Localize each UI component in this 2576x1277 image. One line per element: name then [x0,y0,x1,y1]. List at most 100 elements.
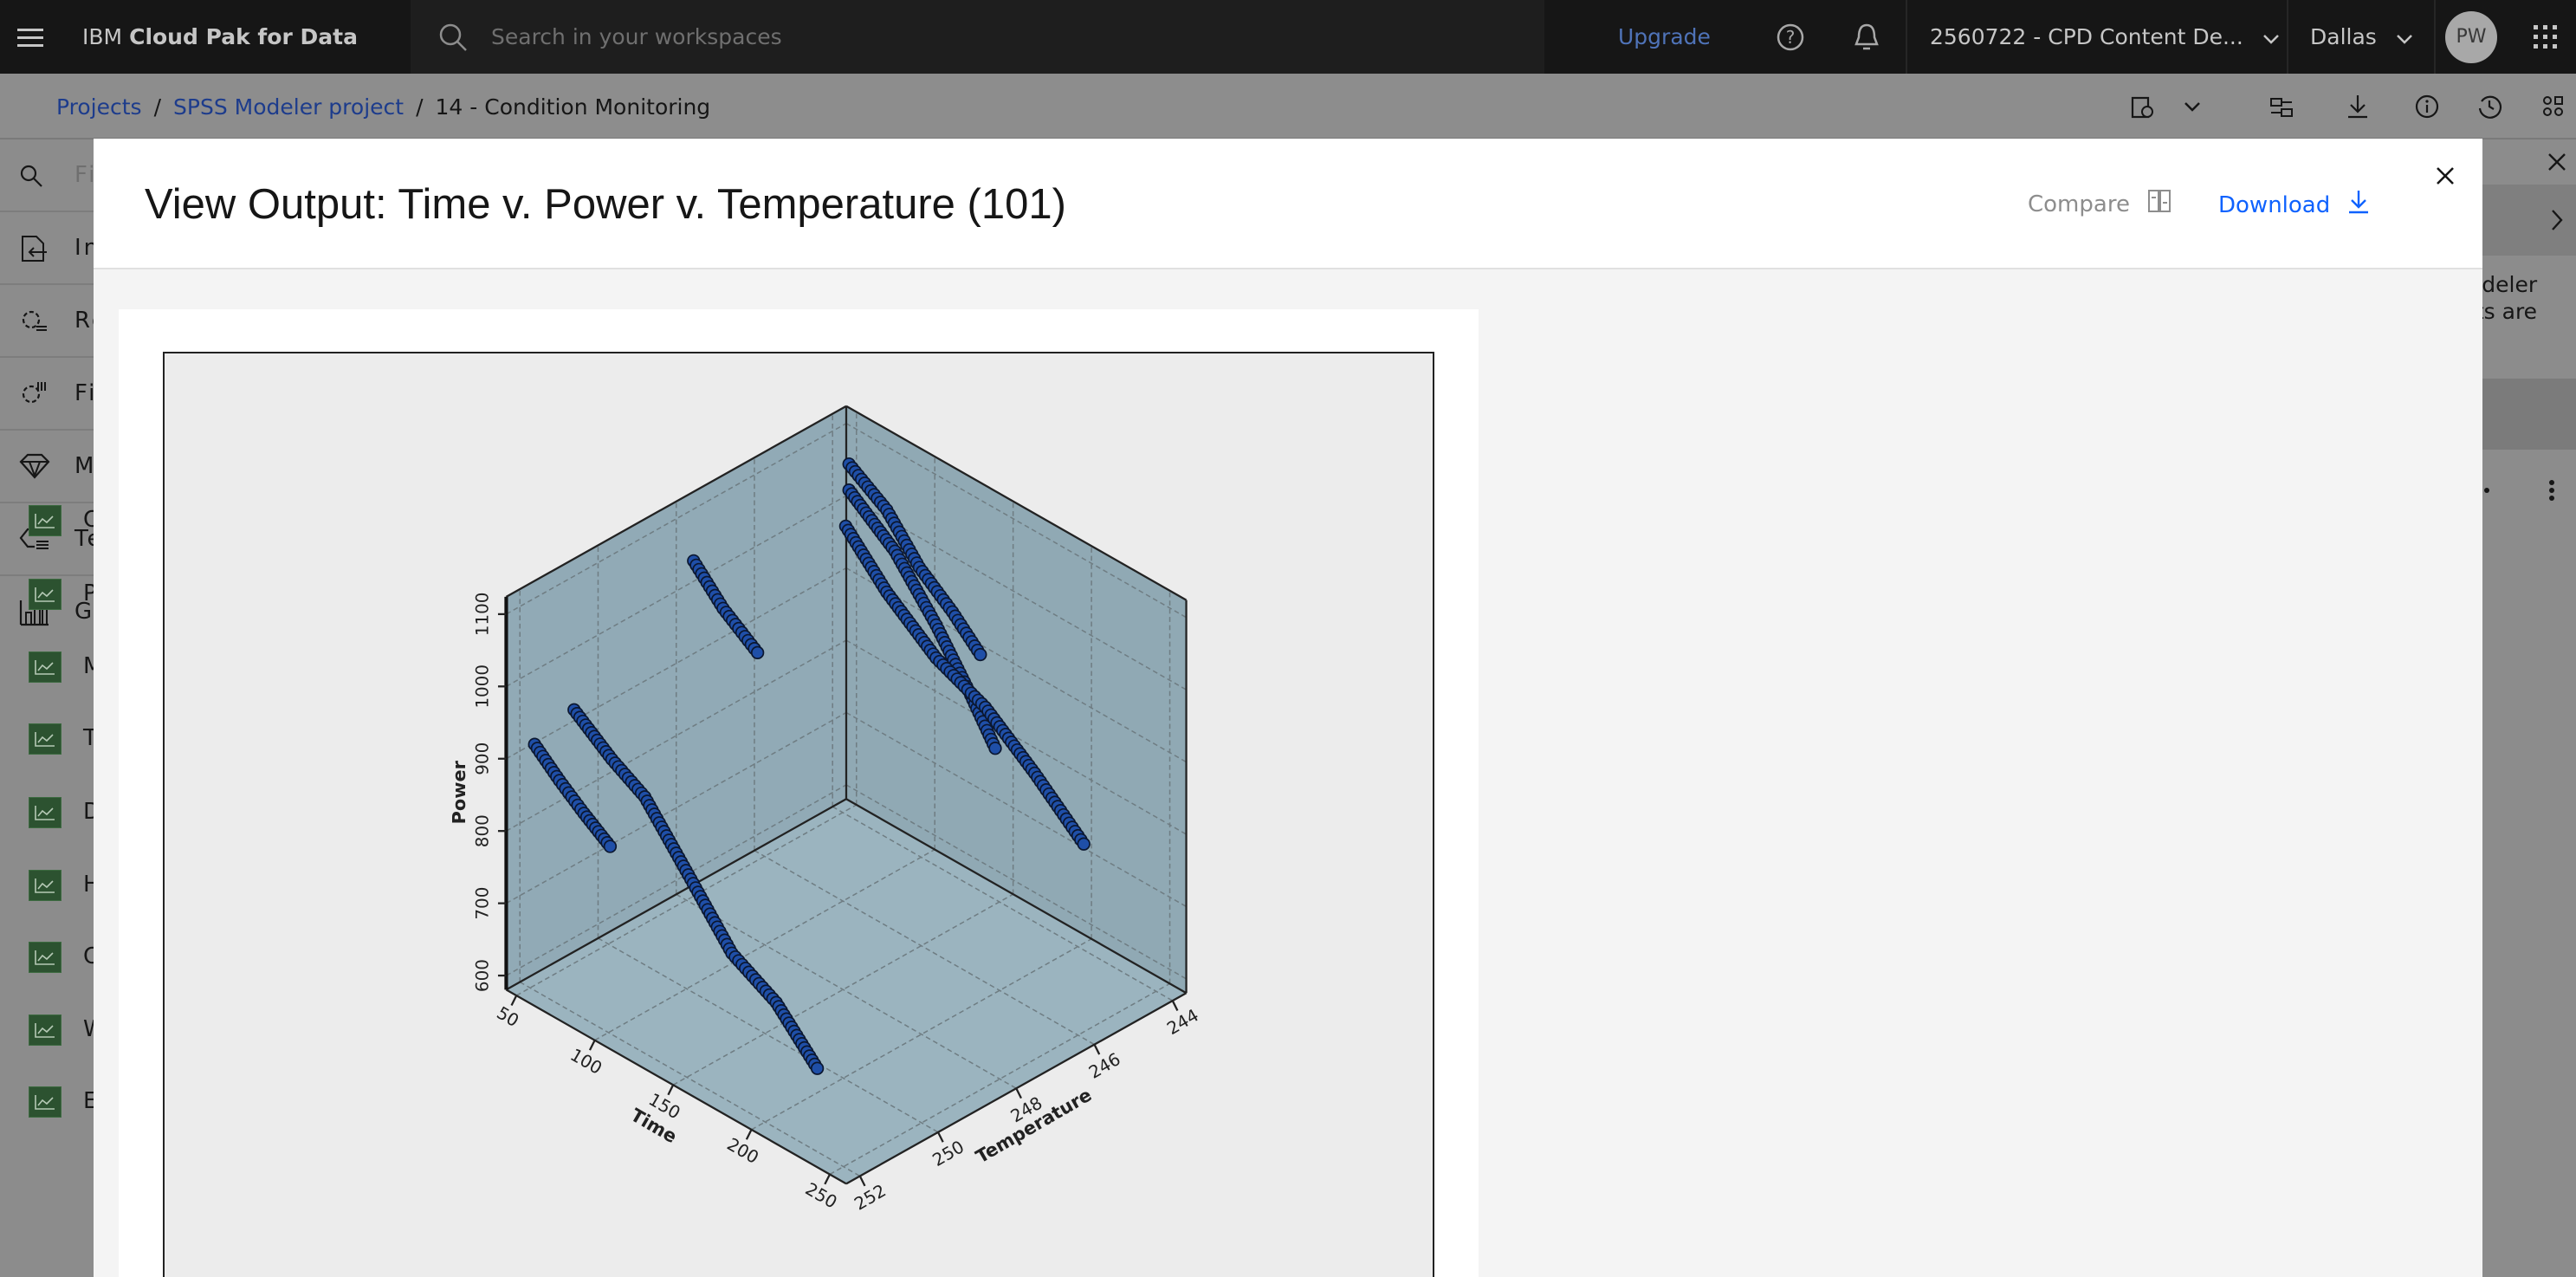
download-button[interactable]: Download [2218,189,2370,221]
svg-text:?: ? [1786,27,1796,48]
side-panel: odeler uts are [2456,139,2576,1277]
chevron-down-icon [2396,24,2413,49]
overflow-menu-icon[interactable] [2545,477,2559,503]
tick-mark [858,1175,866,1187]
palette-category-record-ops[interactable]: Re [0,285,106,358]
download-label: Download [2218,191,2331,218]
breadcrumb-projects[interactable]: Projects [56,94,142,120]
upgrade-link[interactable]: Upgrade [1618,0,1711,74]
account-switcher[interactable]: 2560722 - CPD Content De... [1930,0,2280,74]
close-icon[interactable] [2545,150,2569,174]
data-point [603,839,618,853]
tick-mark [1015,1087,1022,1099]
data-point [810,1061,825,1075]
avatar[interactable]: PW [2445,0,2497,74]
graph-node-icon[interactable] [29,1014,61,1046]
graph-node-icon[interactable] [29,870,61,901]
tick-mark [745,1129,753,1140]
brand-name: Cloud Pak for Data [129,24,358,49]
search-input[interactable]: Search in your workspaces [411,0,1544,74]
modal-title: View Output: Time v. Power v. Temperatur… [145,181,1066,228]
tick-mark [588,1040,596,1051]
history-icon[interactable] [2476,94,2502,120]
graph-node-icon[interactable] [29,505,61,536]
apps-icon[interactable] [2540,94,2566,120]
view-output-modal: View Output: Time v. Power v. Temperatur… [94,139,2482,1277]
power-tick-label: 600 [473,959,493,992]
tick-mark [937,1131,944,1143]
data-point [1077,837,1091,851]
account-name: 2560722 - CPD Content De... [1930,24,2243,49]
temperature-tick-label: 250 [929,1137,968,1170]
power-tick-label: 800 [473,814,493,847]
chart-frame: 600 700 800 900 1000 1100 50 100 150 200 250 252 250… [163,352,1434,1277]
graph-node-icon[interactable] [29,651,61,683]
compare-button[interactable]: Compare [2028,189,2171,219]
time-tick-label: 250 [802,1179,840,1213]
tick-mark [510,995,518,1007]
time-tick-label: 50 [493,1003,521,1032]
temperature-tick-label: 246 [1085,1049,1123,1083]
help-icon[interactable]: ? [1776,0,1805,74]
output-panel: 600 700 800 900 1000 1100 50 100 150 200 250 252 250… [119,309,1479,1277]
graph-node-icon[interactable] [29,723,61,755]
power-tick-label: 1100 [473,593,493,637]
tick-mark [667,1084,675,1096]
temperature-tick-label: 252 [851,1181,890,1215]
app-switcher-icon[interactable] [2534,0,2558,74]
search-icon [19,164,43,188]
graph-node-icon[interactable] [29,1086,61,1118]
download-icon [2347,189,2370,221]
power-tick-label: 900 [473,742,493,775]
search-placeholder: Search in your workspaces [491,24,782,49]
temperature-tick-label: 244 [1163,1005,1201,1039]
panel-list-header [2482,379,2576,450]
time-tick-label: 100 [566,1045,605,1079]
avatar-initials: PW [2445,10,2497,63]
tick-mark [1093,1044,1101,1055]
tick-mark [1171,1000,1179,1011]
power-axis-title: Power [449,760,469,824]
tick-mark [824,1173,832,1185]
power-tick-label: 700 [473,887,493,920]
import-icon [19,233,49,264]
chevron-down-icon[interactable] [2181,98,2204,115]
dot-icon [2484,488,2489,493]
run-settings-icon[interactable] [2269,94,2295,120]
compare-label: Compare [2028,191,2130,217]
chevron-down-icon [2262,24,2280,49]
breadcrumb-separator: / [416,94,424,120]
chevron-right-icon[interactable] [2545,207,2569,233]
diamond-icon [19,453,50,479]
time-tick-label: 200 [723,1134,761,1168]
breadcrumb-spss-project[interactable]: SPSS Modeler project [173,94,404,120]
top-nav-bar: IBM Cloud Pak for Data Search in your wo… [0,0,2576,74]
download-icon[interactable] [2345,93,2371,120]
graph-node-icon[interactable] [29,579,61,610]
modal-header: View Output: Time v. Power v. Temperatur… [94,139,2482,269]
brand[interactable]: IBM Cloud Pak for Data [82,0,358,74]
compare-icon [2147,189,2171,219]
palette-search[interactable]: Fi [0,139,104,212]
hamburger-menu-icon[interactable] [17,0,43,74]
gear-columns-icon [19,379,49,408]
breadcrumb-separator: / [153,94,161,120]
region-switcher[interactable]: Dallas [2310,0,2413,74]
node-palette-sidebar: Fi In Re Fi M Te Gr CPMTDHCWE [0,139,106,1277]
schedule-icon[interactable] [2129,94,2155,120]
notification-bell-icon[interactable] [1852,0,1881,74]
data-point [974,647,987,662]
graph-node-icon[interactable] [29,797,61,828]
power-tick-label: 1000 [473,664,493,709]
breadcrumb: Projects / SPSS Modeler project / 14 - C… [0,74,2576,139]
gear-list-icon [19,306,49,335]
brand-prefix: IBM [82,24,123,49]
graph-node-icon[interactable] [29,942,61,973]
palette-category-field-ops[interactable]: Fi [0,358,104,431]
data-point [750,645,765,660]
close-icon[interactable] [2432,163,2458,189]
palette-category-import[interactable]: In [0,212,104,285]
info-icon[interactable] [2414,94,2440,120]
palette-category-modeling[interactable]: M [0,431,104,503]
search-icon [438,0,468,74]
